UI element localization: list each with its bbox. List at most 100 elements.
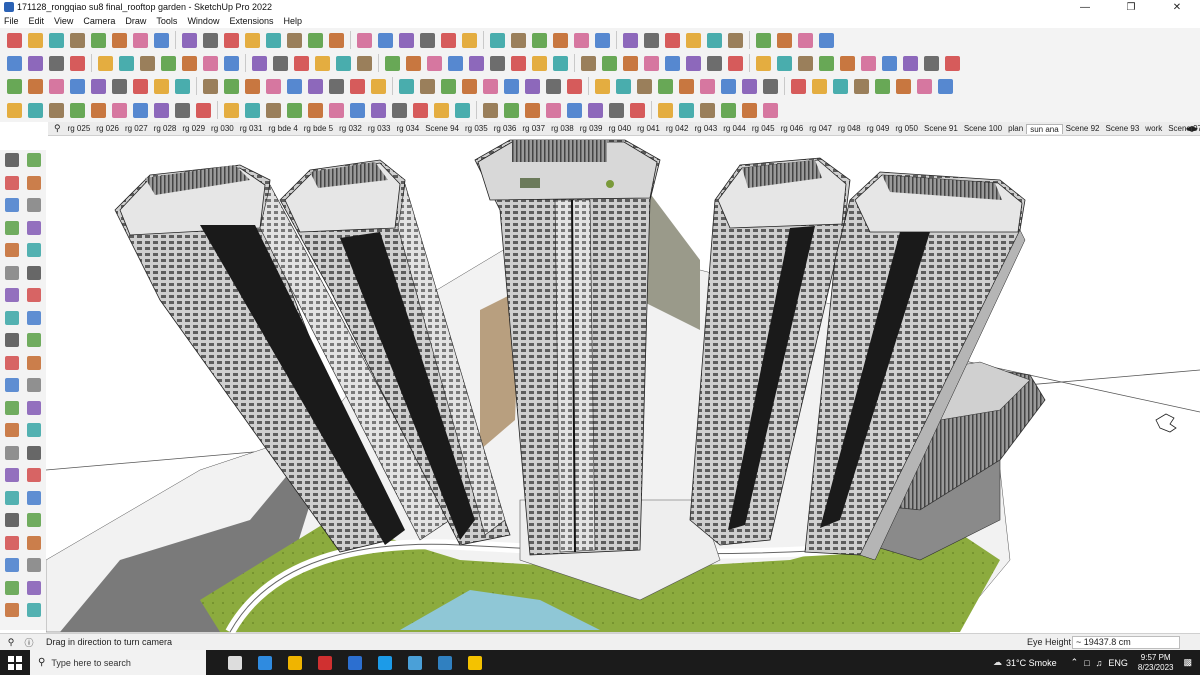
left-tool-icon[interactable] [24,600,44,620]
toolbar-tool-icon[interactable] [809,76,830,97]
toolbar-tool-icon[interactable] [739,76,760,97]
toolbar-tool-icon[interactable] [4,53,25,74]
toolbar-tool-icon[interactable] [67,76,88,97]
toolbar-tool-icon[interactable] [760,76,781,97]
toolbar-tool-icon[interactable] [445,53,466,74]
toolbar-tool-icon[interactable] [46,30,67,51]
toolbar-tool-icon[interactable] [109,76,130,97]
toolbar-tool-icon[interactable] [522,76,543,97]
toolbar-tool-icon[interactable] [487,30,508,51]
left-tool-icon[interactable] [2,330,22,350]
toolbar-tool-icon[interactable] [438,76,459,97]
toolbar-tool-icon[interactable] [529,53,550,74]
toolbar-tool-icon[interactable] [249,53,270,74]
toolbar-tool-icon[interactable] [487,53,508,74]
toolbar-tool-icon[interactable] [200,53,221,74]
scene-tab[interactable]: rg 039 [577,124,606,133]
toolbar-tool-icon[interactable] [837,53,858,74]
toolbar-tool-icon[interactable] [753,30,774,51]
toolbar-tool-icon[interactable] [830,76,851,97]
left-tool-icon[interactable] [2,555,22,575]
scene-tab[interactable]: rg 049 [864,124,893,133]
toolbar-tool-icon[interactable] [109,30,130,51]
toolbar-tool-icon[interactable] [95,53,116,74]
toolbar-tool-icon[interactable] [25,30,46,51]
toolbar-tool-icon[interactable] [508,30,529,51]
toolbar-tool-icon[interactable] [571,30,592,51]
toolbar-tool-icon[interactable] [410,100,431,121]
toolbar-tool-icon[interactable] [46,53,67,74]
toolbar-tool-icon[interactable] [88,30,109,51]
model-viewport[interactable] [46,136,1200,633]
toolbar-tool-icon[interactable] [620,53,641,74]
toolbar-tool-icon[interactable] [46,100,67,121]
toolbar-tool-icon[interactable] [263,76,284,97]
menu-draw[interactable]: Draw [125,16,146,26]
toolbar-tool-icon[interactable] [396,30,417,51]
taskbar-app-icon[interactable] [400,650,430,675]
left-tool-icon[interactable] [24,420,44,440]
toolbar-tool-icon[interactable] [200,30,221,51]
scene-tab[interactable]: rg 047 [806,124,835,133]
toolbar-tool-icon[interactable] [550,30,571,51]
left-tool-icon[interactable] [24,488,44,508]
toolbar-tool-icon[interactable] [151,30,172,51]
toolbar-tool-icon[interactable] [634,76,655,97]
toolbar-tool-icon[interactable] [459,76,480,97]
scene-tab[interactable]: rg 038 [548,124,577,133]
left-tool-icon[interactable] [24,218,44,238]
scene-tab[interactable]: rg 037 [519,124,548,133]
toolbar-tool-icon[interactable] [522,100,543,121]
toolbar-tool-icon[interactable] [403,53,424,74]
toolbar-tool-icon[interactable] [592,76,613,97]
toolbar-tool-icon[interactable] [900,53,921,74]
toolbar-tool-icon[interactable] [942,53,963,74]
toolbar-tool-icon[interactable] [305,76,326,97]
toolbar-tool-icon[interactable] [4,100,25,121]
toolbar-tool-icon[interactable] [935,76,956,97]
toolbar-tool-icon[interactable] [382,53,403,74]
toolbar-tool-icon[interactable] [718,76,739,97]
toolbar-tool-icon[interactable] [550,53,571,74]
restore-icon[interactable]: ❐ [1108,0,1154,14]
scene-tab[interactable]: rg bde 5 [301,124,336,133]
toolbar-tool-icon[interactable] [872,76,893,97]
scene-tab[interactable]: rg 029 [179,124,208,133]
scene-tab[interactable]: rg 032 [336,124,365,133]
toolbar-tool-icon[interactable] [697,76,718,97]
toolbar-tool-icon[interactable] [676,76,697,97]
left-tool-icon[interactable] [2,465,22,485]
left-tool-icon[interactable] [2,578,22,598]
scene-tab[interactable]: rg 031 [237,124,266,133]
taskbar-app-icon[interactable] [220,650,250,675]
toolbar-tool-icon[interactable] [137,53,158,74]
toolbar-tool-icon[interactable] [627,100,648,121]
toolbar-tool-icon[interactable] [893,76,914,97]
scene-tab[interactable]: rg 041 [634,124,663,133]
left-tool-icon[interactable] [2,533,22,553]
toolbar-tool-icon[interactable] [172,100,193,121]
toolbar-tool-icon[interactable] [200,76,221,97]
toolbar-tool-icon[interactable] [417,30,438,51]
scene-tab[interactable]: rg bde 4 [265,124,300,133]
left-tool-icon[interactable] [24,533,44,553]
menu-view[interactable]: View [54,16,73,26]
toolbar-tool-icon[interactable] [760,100,781,121]
toolbar-tool-icon[interactable] [739,100,760,121]
toolbar-tool-icon[interactable] [774,53,795,74]
toolbar-tool-icon[interactable] [816,30,837,51]
scene-tab[interactable]: rg 050 [892,124,921,133]
toolbar-tool-icon[interactable] [641,53,662,74]
minimize-icon[interactable]: — [1062,0,1108,14]
menu-window[interactable]: Window [187,16,219,26]
toolbar-tool-icon[interactable] [543,76,564,97]
measurements-input[interactable]: ~ 19437.8 cm [1072,635,1180,649]
toolbar-tool-icon[interactable] [480,76,501,97]
left-tool-icon[interactable] [24,150,44,170]
taskbar-app-icon[interactable] [250,650,280,675]
toolbar-tool-icon[interactable] [263,30,284,51]
toolbar-tool-icon[interactable] [564,100,585,121]
left-tool-icon[interactable] [24,375,44,395]
scene-tab[interactable]: Scene 92 [1063,124,1103,133]
toolbar-tool-icon[interactable] [599,53,620,74]
